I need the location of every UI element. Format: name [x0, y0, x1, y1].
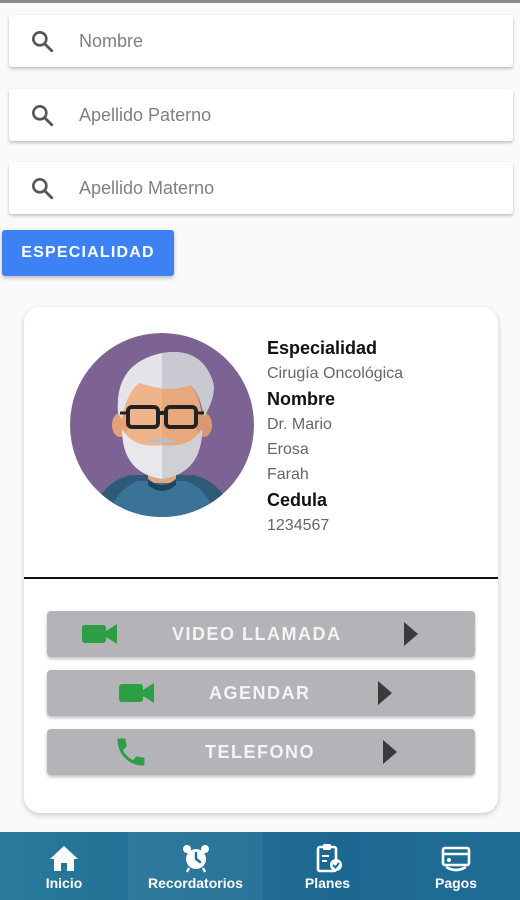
nombre-line-2: Erosa [267, 441, 309, 458]
search-paterno-field[interactable] [9, 89, 513, 141]
tab-recordatorios[interactable]: Recordatorios [128, 832, 263, 900]
tab-pagos[interactable]: Pagos [392, 832, 520, 900]
tab-pagos-label: Pagos [434, 875, 477, 891]
nombre-line-1: Dr. Mario [267, 416, 332, 433]
home-icon [50, 846, 78, 871]
doctor-card: Especialidad Cirugía Oncológica Nombre D… [24, 307, 498, 813]
especialidad-button[interactable]: ESPECIALIDAD [2, 230, 174, 276]
bottom-navigation: Inicio Recordatorios Planes Pagos [0, 832, 520, 900]
play-arrow-icon [378, 681, 392, 705]
video-camera-icon [82, 624, 117, 644]
tab-recordatorios-label: Recordatorios [148, 875, 243, 891]
play-arrow-icon [404, 622, 418, 646]
search-icon [32, 105, 54, 127]
nombre-input[interactable] [79, 30, 479, 52]
video-llamada-button[interactable]: VIDEO LLAMADA [47, 611, 475, 657]
card-divider [24, 577, 498, 579]
apellido-materno-input[interactable] [79, 177, 479, 199]
telefono-button[interactable]: TELEFONO [47, 729, 475, 775]
alarm-clock-icon [182, 845, 209, 873]
especialidad-label: Especialidad [267, 338, 378, 358]
especialidad-value: Cirugía Oncológica [267, 365, 404, 382]
agendar-label: AGENDAR [209, 683, 311, 703]
nombre-line-3: Farah [267, 466, 309, 483]
doctor-avatar [70, 333, 254, 517]
tab-inicio[interactable]: Inicio [0, 832, 128, 900]
search-nombre-field[interactable] [9, 15, 513, 67]
search-materno-field[interactable] [9, 162, 513, 214]
video-camera-icon [119, 683, 154, 703]
clipboard-check-icon [316, 844, 342, 873]
search-icon [32, 178, 54, 200]
tab-planes-label: Planes [304, 875, 351, 891]
telefono-label: TELEFONO [205, 742, 315, 762]
tab-inicio-label: Inicio [45, 875, 83, 891]
phone-icon [117, 738, 145, 766]
cedula-label: Cedula [267, 490, 328, 510]
doctor-info: Especialidad Cirugía Oncológica Nombre D… [267, 335, 487, 538]
search-icon [32, 31, 54, 53]
apellido-paterno-input[interactable] [79, 104, 479, 126]
video-llamada-label: VIDEO LLAMADA [172, 624, 342, 644]
tab-planes[interactable]: Planes [263, 832, 392, 900]
agendar-button[interactable]: AGENDAR [47, 670, 475, 716]
play-arrow-icon [383, 740, 397, 764]
payment-icon [441, 846, 471, 872]
status-divider [0, 0, 520, 3]
nombre-label: Nombre [267, 389, 336, 409]
cedula-value: 1234567 [267, 517, 330, 534]
